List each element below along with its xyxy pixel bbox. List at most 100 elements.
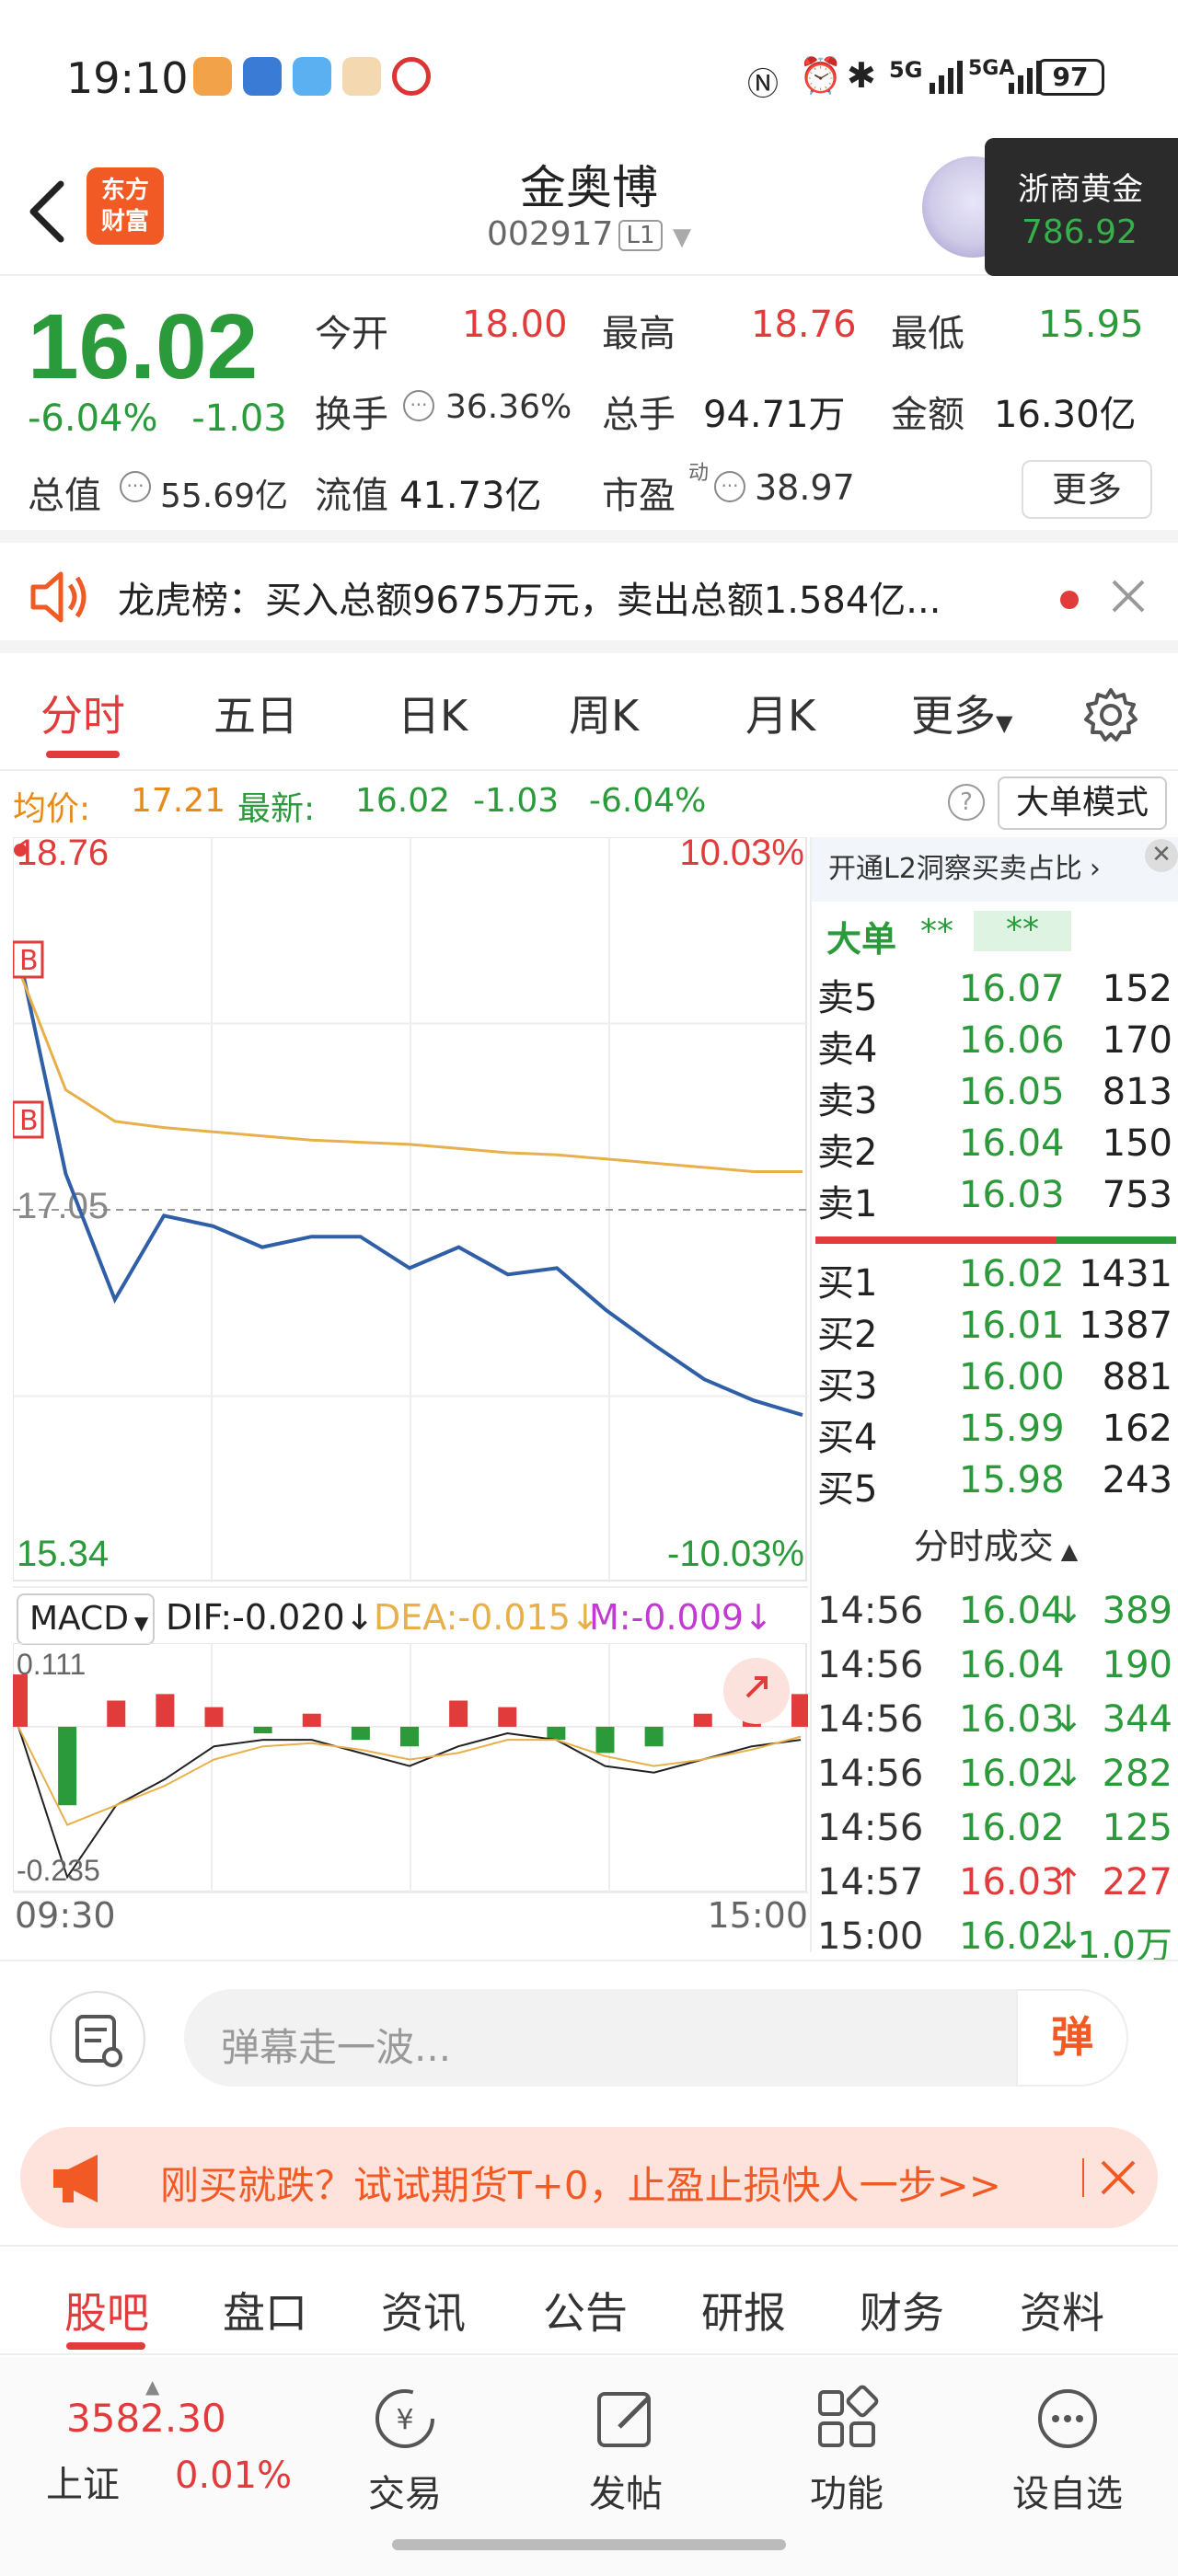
bid-volume: 162 [1102,1408,1172,1450]
big-order-stars: ** [920,913,953,950]
futures-promo-banner[interactable]: 刚买就跌？试试期货T+0，止盈止损快人一步>> [20,2127,1158,2228]
tick-row: 14:56 16.03 ↓ 344 [812,1698,1178,1752]
info-dots-icon[interactable]: ··· [403,390,434,421]
macd-bar [595,1726,615,1754]
tick-volume: 344 [1102,1698,1172,1741]
app-notification-icon [243,57,282,96]
bid-row[interactable]: 买5 15.98 243 [812,1459,1178,1511]
tab-financials[interactable]: 财务 [860,2280,944,2340]
bid-volume: 881 [1102,1356,1172,1398]
danmaku-settings-icon[interactable] [50,1991,145,2087]
macd-bar [351,1726,370,1741]
tab-daily-k[interactable]: 日K [398,683,468,743]
nav-trade[interactable]: ¥ 交易 [331,2385,479,2517]
big-order-mode-button[interactable]: 大单模式 [998,776,1167,830]
l2-banner[interactable]: 开通L2洞察买卖占比 › [812,837,1178,902]
ask-row[interactable]: 卖3 16.05 813 [812,1071,1178,1122]
tick-price: 16.04 [959,1644,1065,1686]
settings-gear-icon[interactable] [1082,686,1139,743]
current-price: 16.02 [28,295,259,398]
bluetooth-icon: ✱ [847,55,876,96]
tab-research[interactable]: 研报 [701,2280,786,2340]
tab-forum[interactable]: 股吧 [64,2280,149,2340]
close-icon[interactable]: ✕ [1145,839,1178,872]
macd-select[interactable]: MACD ▼ [17,1593,155,1645]
arrow-down-icon: ↓ [744,1597,773,1638]
chart-grid [12,836,808,1582]
tick-price: 16.04 [959,1590,1065,1632]
more-button[interactable]: 更多 [1022,460,1152,519]
tab-more[interactable]: 更多▼ [911,683,1012,743]
l2-banner-text: 开通L2洞察买卖占比 [828,853,1082,885]
intraday-chart[interactable]: 18.76 10.03% 17.05 15.34 -10.03% B B MAC… [11,833,808,1645]
tab-five-day[interactable]: 五日 [214,683,298,743]
gold-card-title: 浙商黄金 [1018,171,1143,208]
ask-price: 16.06 [959,1019,1065,1062]
macd-bar [253,1726,272,1734]
tab-announcements[interactable]: 公告 [543,2280,628,2340]
ask-label: 卖4 [817,1029,878,1071]
price-change: -6.04% -1.03 [28,397,287,440]
expand-icon[interactable] [723,1658,790,1724]
status-time: 19:10 [66,53,189,103]
index-pct: 0.01% [175,2455,293,2497]
macd-bar [107,1700,126,1727]
buy-marker-2[interactable]: B [11,1100,44,1139]
arrow-down-icon: ↓ [344,1597,375,1638]
tick-price: 16.02 [959,1753,1065,1795]
ask-row[interactable]: 卖5 16.07 152 [812,968,1178,1019]
bid-row[interactable]: 买2 16.01 1387 [812,1305,1178,1356]
caret-up-icon: ▲ [1060,1538,1079,1564]
macd-bar [791,1694,810,1727]
tab-monthly-k[interactable]: 月K [745,683,815,743]
ask-row[interactable]: 卖1 16.03 753 [812,1174,1178,1225]
tab-quotes[interactable]: 盘口 [223,2280,307,2340]
nav-watchlist[interactable]: 设自选 [994,2385,1141,2517]
tab-profile[interactable]: 资料 [1020,2280,1104,2340]
tab-news[interactable]: 资讯 [381,2280,466,2340]
macd-chart[interactable]: 0.111 -0.235 09:30 15:00 [9,1642,810,1936]
pe-value: 38.97 [755,467,855,508]
info-dots-icon[interactable]: ··· [120,471,151,502]
alarm-icon: ⏰ [799,55,843,96]
bid-row[interactable]: 买1 16.02 1431 [812,1253,1178,1305]
index-ticker[interactable]: ▲ 3582.30 上证 0.01% [28,2375,331,2523]
ask-row[interactable]: 卖4 16.06 170 [812,1019,1178,1071]
order-book: 开通L2洞察买卖占比 › ✕ 大单 ** ** 卖5 16.07 152 卖4 16… [810,837,1178,1582]
buy-marker-1[interactable]: B [11,940,44,979]
tick-price: 16.02 [959,1807,1065,1849]
gold-price-card[interactable]: 浙商黄金 786.92 [985,138,1178,276]
tab-intraday[interactable]: 分时 [40,683,125,743]
macd-grid [12,1642,808,1892]
nav-post[interactable]: 发帖 [552,2385,699,2517]
danmaku-input[interactable]: 弹幕走一波... [184,1989,1128,2087]
help-icon[interactable]: ? [948,784,985,821]
macd-bar [449,1700,468,1727]
ticks-title[interactable]: 分时成交 ▲ [812,1518,1178,1570]
time-axis: 09:30 15:00 [13,1892,808,1936]
change-percent: -6.04% [28,397,158,440]
tick-row: 14:56 16.04 ↓ 389 [812,1590,1178,1643]
nav-functions[interactable]: 功能 [773,2385,920,2517]
bid-row[interactable]: 买3 16.00 881 [812,1356,1178,1408]
nav-post-label: 发帖 [589,2473,663,2515]
last-change-pct: -6.04% [589,782,707,820]
buy-marker-label: B [19,1105,39,1137]
ask-row[interactable]: 卖2 16.04 150 [812,1122,1178,1174]
info-dots-icon[interactable]: ··· [714,471,745,502]
bid-price: 15.98 [959,1459,1065,1501]
bid-row[interactable]: 买4 15.99 162 [812,1408,1178,1459]
tick-row: 14:57 16.03 ↑ 227 [812,1861,1178,1915]
tab-weekly-k[interactable]: 周K [569,683,639,743]
ticks-title-text: 分时成交 [913,1526,1054,1567]
tick-volume: 282 [1102,1753,1172,1795]
close-icon[interactable] [1110,578,1147,615]
dragon-tiger-notice[interactable]: 龙虎榜：买入总额9675万元，卖出总额1.584亿... [0,543,1178,653]
danmaku-send-button[interactable]: 弹 [1016,1989,1128,2087]
ask-volume: 753 [1102,1174,1172,1216]
active-subtab-indicator [66,2342,145,2350]
close-icon[interactable] [1099,2158,1138,2197]
turnover-value: 36.36% [445,388,572,426]
mid-price-label: 17.05 [17,1186,109,1226]
pe-label: 市盈 [602,475,676,517]
